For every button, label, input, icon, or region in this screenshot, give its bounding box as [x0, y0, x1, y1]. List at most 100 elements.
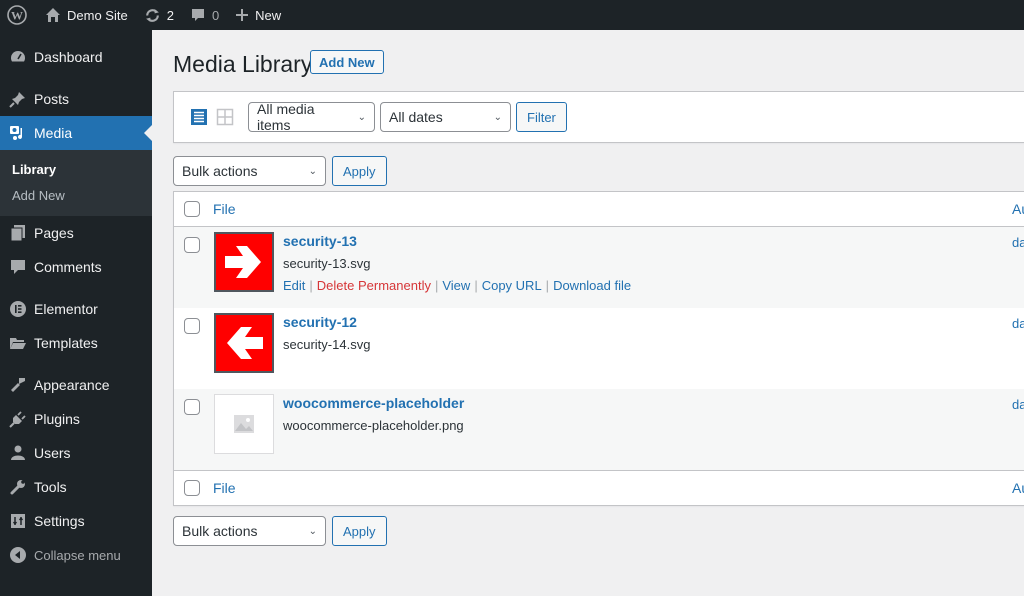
page-title: Media Library: [173, 51, 313, 77]
delete-permanently-link[interactable]: Delete Permanently: [317, 278, 431, 293]
media-title-link[interactable]: security-13: [283, 233, 631, 249]
column-file-header[interactable]: File: [213, 201, 236, 217]
select-all-checkbox-footer[interactable]: [184, 480, 200, 496]
sidebar-label: Tools: [34, 479, 67, 495]
row-body: security-13 security-13.svg Edit | Delete…: [283, 233, 631, 293]
sidebar-label: Comments: [34, 259, 102, 275]
bulk-actions-value: Bulk actions: [182, 163, 258, 179]
svg-text:W: W: [11, 9, 23, 23]
apply-button-bottom[interactable]: Apply: [332, 516, 387, 546]
dashboard-icon: [8, 47, 28, 67]
sidebar-label: Elementor: [34, 301, 98, 317]
table-row: woocommerce-placeholder woocommerce-plac…: [174, 389, 1024, 470]
media-filename: security-13.svg: [283, 256, 371, 271]
grid-view-icon[interactable]: [216, 108, 234, 126]
sidebar-label: Settings: [34, 513, 85, 529]
row-actions: Edit | Delete Permanently | View | Copy URL…: [283, 278, 631, 293]
sidebar-label: Plugins: [34, 411, 80, 427]
sidebar-item-templates[interactable]: Templates: [0, 326, 152, 360]
home-icon: [45, 7, 61, 23]
site-name-label: Demo Site: [67, 7, 128, 23]
comments-link[interactable]: 0: [182, 0, 227, 30]
media-thumbnail[interactable]: [214, 232, 274, 292]
bulk-actions-select-bottom[interactable]: Bulk actions ⌄: [173, 516, 326, 546]
site-name-link[interactable]: Demo Site: [37, 0, 136, 30]
media-type-select[interactable]: All media items ⌄: [248, 101, 375, 133]
sidebar-item-dashboard[interactable]: Dashboard: [0, 40, 152, 74]
copy-url-link[interactable]: Copy URL: [482, 278, 542, 293]
sidebar-item-pages[interactable]: Pages: [0, 216, 152, 250]
submenu-item-library[interactable]: Library: [0, 156, 152, 182]
comment-icon: [8, 257, 28, 277]
sidebar-item-media[interactable]: Media: [0, 116, 152, 150]
media-filename: woocommerce-placeholder.png: [283, 418, 464, 433]
sidebar-item-plugins[interactable]: Plugins: [0, 402, 152, 436]
updates-link[interactable]: 2: [136, 0, 182, 30]
author-link[interactable]: da: [1012, 397, 1024, 412]
sidebar-item-elementor[interactable]: Elementor: [0, 292, 152, 326]
dates-select[interactable]: All dates ⌄: [380, 102, 511, 132]
tablenav-bottom: Bulk actions ⌄ Apply: [173, 516, 387, 546]
filter-button[interactable]: Filter: [516, 102, 567, 132]
arrow-right-icon: [225, 246, 261, 278]
sidebar-item-comments[interactable]: Comments: [0, 250, 152, 284]
bulk-actions-select[interactable]: Bulk actions ⌄: [173, 156, 326, 186]
table-row: security-13 security-13.svg Edit | Delete…: [174, 227, 1024, 308]
separator: |: [309, 278, 313, 293]
sidebar-item-posts[interactable]: Posts: [0, 82, 152, 116]
arrow-left-icon: [227, 327, 263, 359]
column-file-footer[interactable]: File: [213, 480, 236, 496]
submenu-item-add-new[interactable]: Add New: [0, 182, 152, 208]
media-thumbnail[interactable]: [214, 394, 274, 454]
tablenav-top: Bulk actions ⌄ Apply: [173, 156, 387, 186]
media-toolbar: All media items ⌄ All dates ⌄ Filter: [173, 91, 1024, 143]
view-link[interactable]: View: [442, 278, 470, 293]
chevron-down-icon: ⌄: [493, 111, 502, 123]
chevron-down-icon: ⌄: [308, 525, 317, 537]
column-author-footer[interactable]: Au: [1012, 480, 1024, 496]
download-file-link[interactable]: Download file: [553, 278, 631, 293]
sidebar-label: Users: [34, 445, 71, 461]
sidebar-label: Media: [34, 125, 73, 141]
media-filename: security-14.svg: [283, 337, 371, 352]
sidebar-item-users[interactable]: Users: [0, 436, 152, 470]
media-icon: [8, 123, 28, 143]
elementor-icon: [8, 299, 28, 319]
media-type-value: All media items: [257, 101, 315, 133]
table-footer: File Au: [174, 470, 1024, 505]
add-new-button[interactable]: Add New: [310, 50, 384, 74]
row-checkbox[interactable]: [184, 399, 200, 415]
new-label: New: [255, 7, 282, 23]
new-content-link[interactable]: New: [227, 0, 289, 30]
row-checkbox[interactable]: [184, 318, 200, 334]
author-link[interactable]: da: [1012, 235, 1024, 250]
plugin-icon: [8, 409, 28, 429]
author-link[interactable]: da: [1012, 316, 1024, 331]
updates-count: 2: [166, 7, 174, 23]
wordpress-logo-icon: W: [7, 5, 27, 25]
select-all-checkbox[interactable]: [184, 201, 200, 217]
collapse-menu-button[interactable]: Collapse menu: [0, 538, 152, 572]
sidebar-item-settings[interactable]: Settings: [0, 504, 152, 538]
media-thumbnail[interactable]: [214, 313, 274, 373]
edit-link[interactable]: Edit: [283, 278, 305, 293]
comment-icon: [190, 7, 206, 23]
media-title-link[interactable]: security-12: [283, 314, 370, 330]
list-view-icon[interactable]: [190, 108, 208, 126]
row-checkbox[interactable]: [184, 237, 200, 253]
sidebar-item-appearance[interactable]: Appearance: [0, 368, 152, 402]
pages-icon: [8, 223, 28, 243]
row-body: security-12 security-14.svg: [283, 314, 370, 352]
column-author-header[interactable]: Au: [1012, 201, 1024, 217]
row-body: woocommerce-placeholder woocommerce-plac…: [283, 395, 464, 433]
media-list-table: File Au security-13 security-13.svg Edit…: [173, 191, 1024, 506]
separator: |: [474, 278, 478, 293]
media-title-link[interactable]: woocommerce-placeholder: [283, 395, 464, 411]
chevron-down-icon: ⌄: [357, 111, 366, 123]
table-header: File Au: [174, 192, 1024, 227]
apply-button[interactable]: Apply: [332, 156, 387, 186]
sidebar-label: Pages: [34, 225, 74, 241]
wordpress-logo-button[interactable]: W: [0, 0, 37, 30]
plus-icon: [235, 8, 249, 22]
sidebar-item-tools[interactable]: Tools: [0, 470, 152, 504]
